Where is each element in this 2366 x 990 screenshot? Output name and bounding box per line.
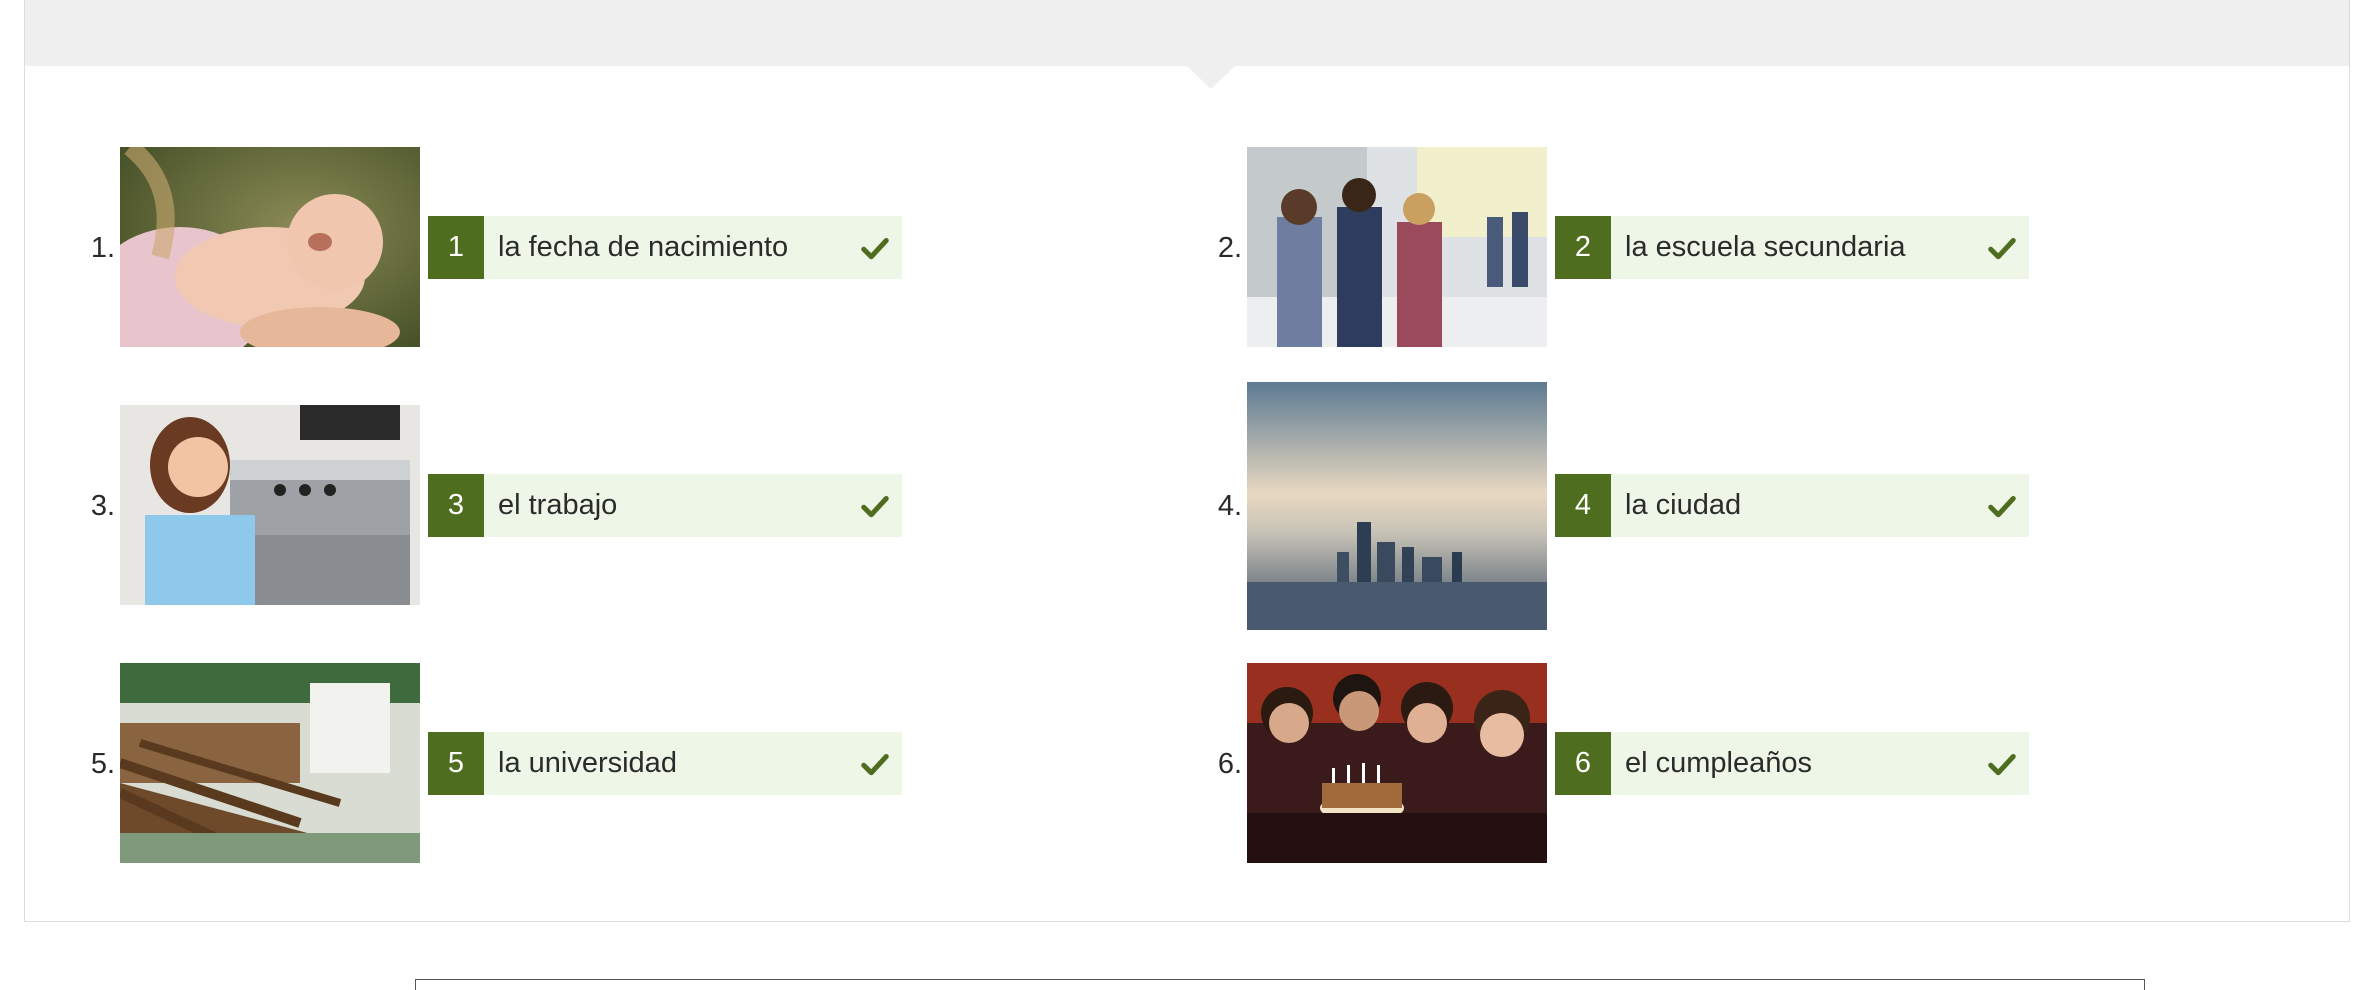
item-number: 3. (90, 490, 115, 522)
answer-slot[interactable]: 3 el trabajo (428, 474, 902, 537)
item-image-baby (120, 147, 420, 347)
answer-slot[interactable]: 1 la fecha de nacimiento (428, 216, 902, 279)
answer-badge: 6 (1555, 732, 1611, 795)
answer-badge: 1 (428, 216, 484, 279)
answer-badge: 5 (428, 732, 484, 795)
checkmark-icon (1988, 495, 2016, 517)
item-image-city (1247, 382, 1547, 630)
answer-text: la universidad (498, 747, 677, 779)
item-image-barista (120, 405, 420, 605)
exercise-card: 1. 1 la fecha de nacimiento 2. 2 la escu… (24, 0, 2350, 922)
answer-slot[interactable]: 2 la escuela secundaria (1555, 216, 2029, 279)
answer-text: el cumpleaños (1625, 747, 1812, 779)
item-number: 5. (90, 748, 115, 780)
checkmark-icon (1988, 753, 2016, 775)
item-image-birthday (1247, 663, 1547, 863)
answer-text: el trabajo (498, 489, 618, 521)
item-image-lecture-hall (120, 663, 420, 863)
page: 1. 1 la fecha de nacimiento 2. 2 la escu… (0, 0, 2366, 990)
answer-badge: 4 (1555, 474, 1611, 537)
answer-badge: 3 (428, 474, 484, 537)
answer-badge: 2 (1555, 216, 1611, 279)
checkmark-icon (1988, 237, 2016, 259)
answer-slot[interactable]: 6 el cumpleaños (1555, 732, 2029, 795)
item-number: 2. (1217, 232, 1242, 264)
checkmark-icon (861, 753, 889, 775)
answer-text: la ciudad (1625, 489, 1742, 521)
item-number: 4. (1217, 490, 1242, 522)
answer-slot[interactable]: 4 la ciudad (1555, 474, 2029, 537)
item-number: 6. (1217, 748, 1242, 780)
card-header (25, 0, 2349, 66)
checkmark-icon (861, 495, 889, 517)
answer-text: la escuela secundaria (1625, 231, 1906, 263)
bottom-panel (415, 979, 2145, 990)
answer-text: la fecha de nacimiento (498, 231, 789, 263)
answer-slot[interactable]: 5 la universidad (428, 732, 902, 795)
card-header-pointer (1187, 66, 1235, 89)
item-image-school-hallway (1247, 147, 1547, 347)
checkmark-icon (861, 237, 889, 259)
item-number: 1. (90, 232, 115, 264)
